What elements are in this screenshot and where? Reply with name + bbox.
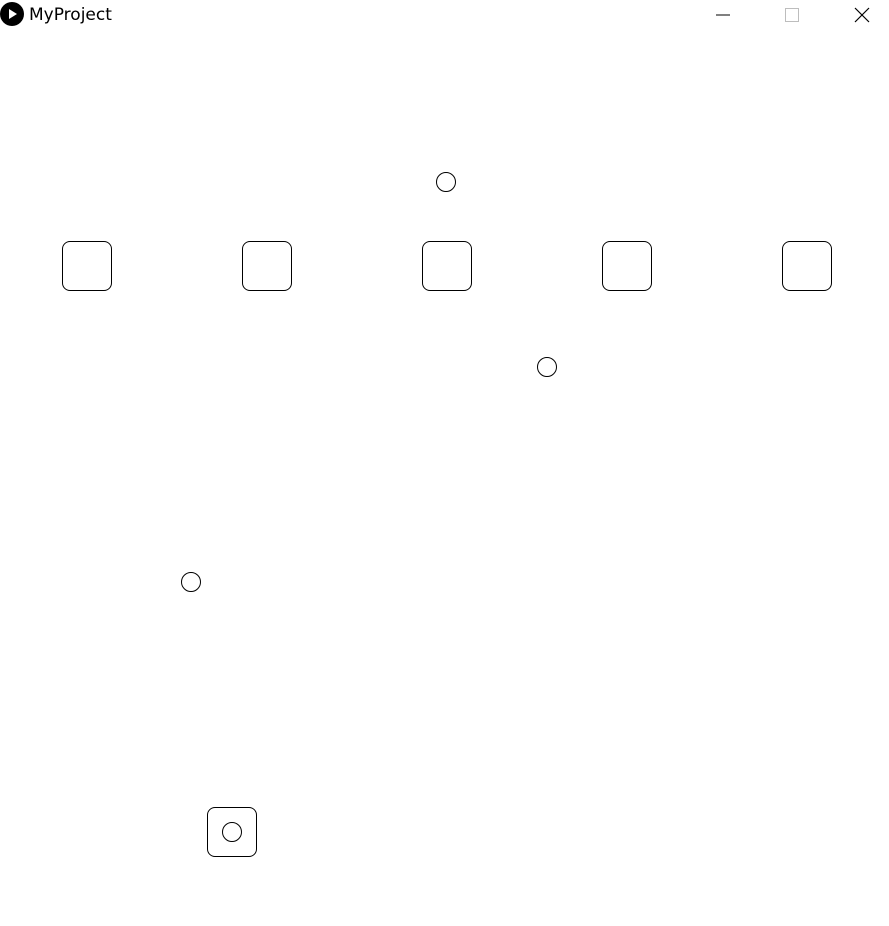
ball-2 [537, 357, 557, 377]
play-circle-icon [0, 2, 24, 26]
maximize-icon [784, 7, 800, 23]
minimize-icon [715, 7, 731, 23]
minimize-button[interactable] [700, 0, 746, 30]
close-button[interactable] [839, 0, 885, 30]
ball-1 [436, 172, 456, 192]
ball-4 [222, 822, 242, 842]
target-slot-1 [62, 241, 112, 291]
target-slot-4 [602, 241, 652, 291]
maximize-button[interactable] [769, 0, 815, 30]
game-canvas[interactable] [0, 30, 889, 926]
title-bar[interactable]: MyProject [0, 0, 889, 30]
target-slot-3 [422, 241, 472, 291]
ball-3 [181, 572, 201, 592]
app-window: MyProject [0, 0, 889, 926]
window-title: MyProject [29, 5, 112, 25]
target-slot-5 [782, 241, 832, 291]
target-slot-2 [242, 241, 292, 291]
close-icon [853, 6, 871, 24]
